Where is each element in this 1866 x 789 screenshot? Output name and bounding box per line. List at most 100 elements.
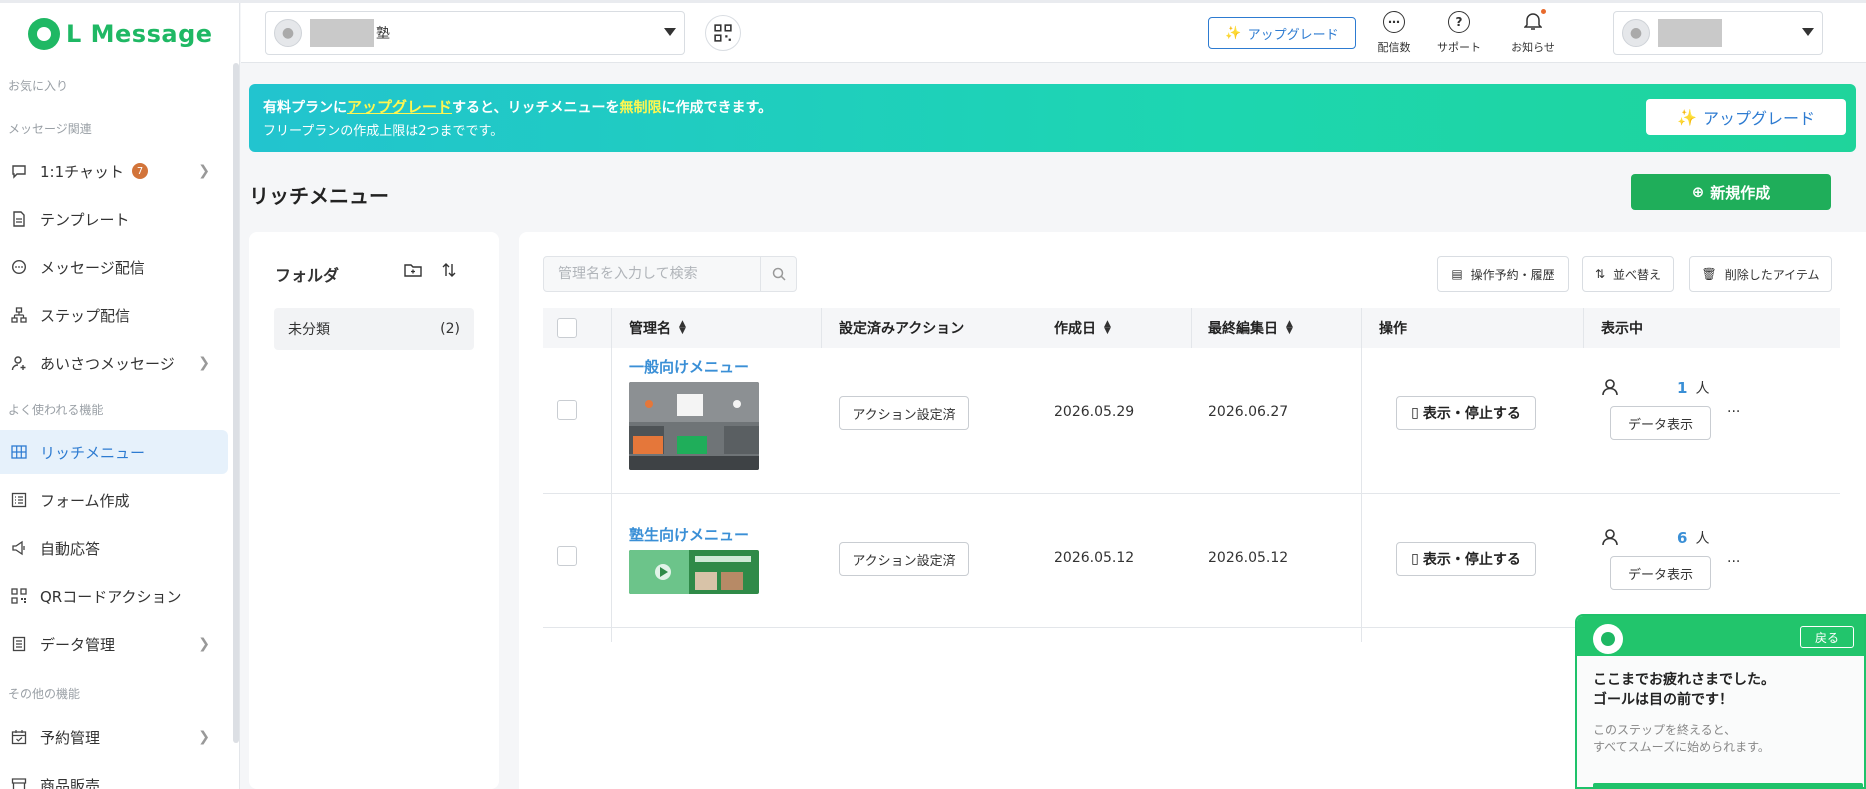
select-all-checkbox[interactable] <box>557 308 577 348</box>
sidebar-item-chat[interactable]: 1:1チャット 7 ❯ <box>0 149 228 193</box>
col-displaying: 表示中 <box>1601 321 1643 337</box>
search-input[interactable] <box>544 257 760 291</box>
sort-icon[interactable] <box>441 262 457 282</box>
sidebar-item-sales[interactable]: 商品販売 <box>0 763 228 789</box>
sidebar-item-richmenu[interactable]: リッチメニュー <box>0 430 228 474</box>
menu-name-link[interactable]: 塾生向けメニュー <box>629 524 749 545</box>
store-icon <box>10 776 28 789</box>
column-divider <box>821 308 822 348</box>
data-view-button[interactable]: データ表示 <box>1610 406 1711 440</box>
notification-dot <box>1541 9 1546 14</box>
data-view-label: データ表示 <box>1610 556 1711 590</box>
support-button[interactable]: ? サポート <box>1429 11 1489 59</box>
toggle-display-button[interactable]: ▯ 表示・停止する <box>1396 396 1536 430</box>
banner-upgrade-label: アップグレード <box>1702 109 1815 128</box>
sort-label: 並べ替え <box>1613 267 1662 282</box>
sidebar-item-template[interactable]: テンプレート <box>0 197 228 241</box>
guide-back-button[interactable]: 戻る <box>1800 626 1854 648</box>
menu-thumbnail[interactable] <box>629 382 759 470</box>
delivery-count-button[interactable]: ⋯ 配信数 <box>1364 11 1424 59</box>
column-divider <box>1583 308 1584 348</box>
hierarchy-icon <box>10 306 28 324</box>
row-checkbox[interactable] <box>557 400 577 420</box>
guide-header: 戻る <box>1577 616 1864 656</box>
count-unit: 人 <box>1695 381 1710 397</box>
action-configured-button[interactable]: アクション設定済 <box>839 396 969 430</box>
menu-thumbnail[interactable] <box>629 550 759 594</box>
sort-icon: ⇅ <box>1594 267 1606 281</box>
folder-panel: フォルダ 未分類 (2) <box>249 232 499 789</box>
sidebar-item-broadcast[interactable]: メッセージ配信 <box>0 245 228 289</box>
qr-code-button[interactable] <box>705 15 741 51</box>
data-view-button[interactable]: データ表示 <box>1610 556 1711 590</box>
sidebar-item-label: あいさつメッセージ <box>40 354 175 373</box>
chevron-right-icon: ❯ <box>198 729 210 745</box>
count-unit: 人 <box>1695 531 1710 547</box>
list-icon <box>10 635 28 653</box>
col-created[interactable]: 作成日 ▲ ▼ <box>1054 308 1111 348</box>
unread-badge: 7 <box>132 163 148 179</box>
col-label: 管理名 <box>629 321 671 337</box>
sidebar-item-greeting[interactable]: あいさつメッセージ ❯ <box>0 341 228 385</box>
schedule-history-button[interactable]: ▤ 操作予約・履歴 <box>1437 256 1569 292</box>
viewer-count: 1 人 <box>1677 378 1709 398</box>
calendar-icon <box>10 728 28 746</box>
menu-name-link[interactable]: 一般向けメニュー <box>629 356 749 377</box>
sidebar-item-label: メッセージ配信 <box>40 258 145 277</box>
deleted-items-button[interactable]: 🗑 削除したアイテム <box>1689 256 1832 292</box>
search-icon[interactable] <box>760 257 796 291</box>
grid-icon <box>10 443 28 461</box>
phone-icon: ▯ <box>1411 551 1419 567</box>
banner-upgrade-button[interactable]: ✨ アップグレード <box>1646 99 1846 135</box>
user-menu[interactable]: ● <box>1613 11 1823 55</box>
search-box <box>543 256 797 292</box>
col-ops: 操作 <box>1379 321 1407 337</box>
more-menu-button[interactable]: ... <box>1727 550 1740 566</box>
sidebar-item-data[interactable]: データ管理 ❯ <box>0 622 228 666</box>
sidebar-item-form[interactable]: フォーム作成 <box>0 478 228 522</box>
sidebar: L Message お気に入り メッセージ関連 1:1チャット 7 ❯ テンプレ… <box>0 3 240 789</box>
guide-action-button[interactable] <box>1593 783 1863 787</box>
toggle-label: 表示・停止する <box>1422 406 1521 422</box>
upgrade-button[interactable]: ✨ アップグレード <box>1208 17 1356 49</box>
action-label: アクション設定済 <box>839 542 969 576</box>
person-icon <box>1601 528 1619 551</box>
sidebar-item-qr[interactable]: QRコードアクション <box>0 574 228 618</box>
sidebar-scrollbar[interactable] <box>233 63 239 743</box>
guide-body: ここまでお疲れさまでした。 ゴールは目の前です！ このステップを終えると、 すべ… <box>1577 656 1864 787</box>
tool-label: サポート <box>1437 41 1481 54</box>
folder-item-uncategorized[interactable]: 未分類 (2) <box>274 308 474 350</box>
logo[interactable]: L Message <box>28 16 213 52</box>
account-select[interactable]: ● 塾 <box>265 11 685 55</box>
upgrade-label: アップグレード <box>1247 27 1339 43</box>
sidebar-item-step[interactable]: ステップ配信 <box>0 293 228 337</box>
sidebar-item-label: リッチメニュー <box>40 443 146 462</box>
message-icon <box>10 258 28 276</box>
form-icon <box>10 491 28 509</box>
sort-button[interactable]: ⇅ 並べ替え <box>1582 256 1674 292</box>
more-menu-button[interactable]: ... <box>1727 400 1740 416</box>
notifications-button[interactable]: お知らせ <box>1503 9 1563 59</box>
col-label: 作成日 <box>1054 321 1096 337</box>
col-name[interactable]: 管理名 ▲ ▼ <box>629 308 686 348</box>
trash-icon: 🗑 <box>1701 267 1717 281</box>
folder-name: 未分類 <box>288 322 330 338</box>
banner-line2: フリープランの作成上限は2つまでです。 <box>263 124 504 139</box>
new-create-button[interactable]: ⊕ 新規作成 <box>1631 174 1831 210</box>
sparkle-icon: ✨ <box>1225 25 1242 41</box>
person-icon <box>1601 378 1619 401</box>
row-checkbox[interactable] <box>557 546 577 566</box>
banner-upgrade-link[interactable]: アップグレード <box>347 98 452 116</box>
action-configured-button[interactable]: アクション設定済 <box>839 542 969 576</box>
sparkle-icon: ✨ <box>1677 107 1697 127</box>
toggle-display-button[interactable]: ▯ 表示・停止する <box>1396 542 1536 576</box>
folder-add-icon[interactable] <box>404 262 422 282</box>
sidebar-item-label: QRコードアクション <box>40 587 182 606</box>
sidebar-item-autoreply[interactable]: 自動応答 <box>0 526 228 570</box>
schedule-icon: ▤ <box>1451 267 1463 281</box>
guide-text-line: このステップを終えると、 <box>1593 723 1737 737</box>
col-edited[interactable]: 最終編集日 ▲ ▼ <box>1208 308 1293 348</box>
caret-down-icon <box>1802 28 1814 36</box>
chat-icon <box>10 162 28 180</box>
sidebar-item-reservation[interactable]: 予約管理 ❯ <box>0 715 228 759</box>
